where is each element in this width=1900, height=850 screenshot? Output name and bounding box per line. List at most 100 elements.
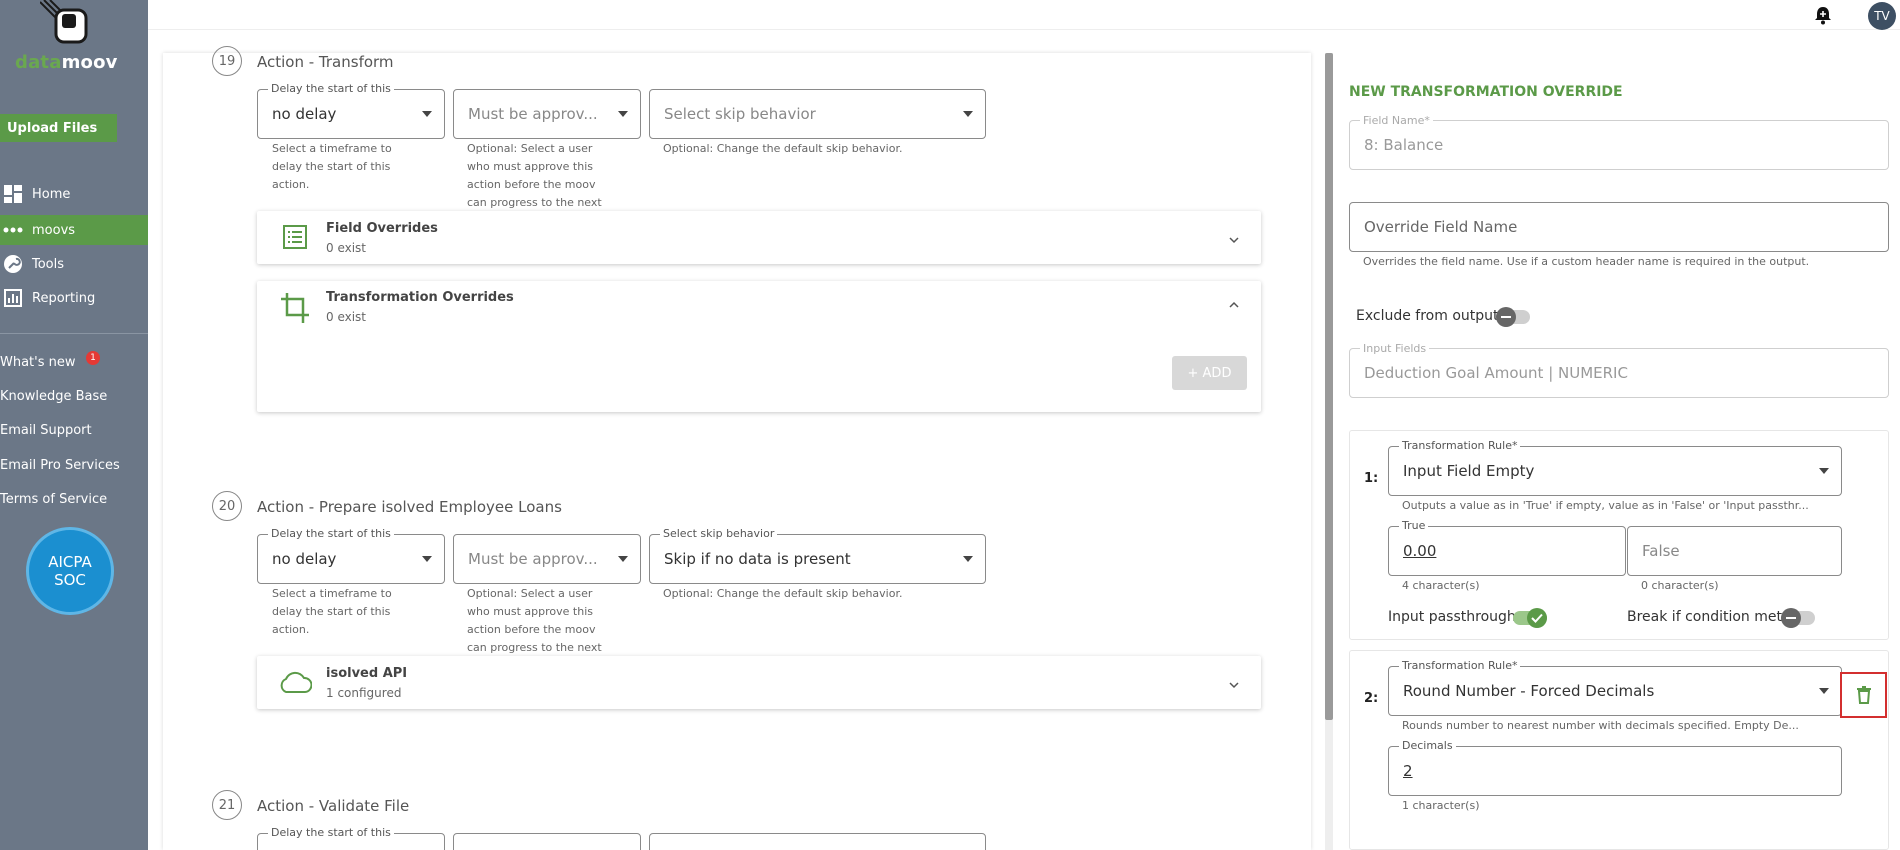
true-value-input[interactable]: 0.00 bbox=[1388, 526, 1626, 576]
field-overrides-card[interactable] bbox=[257, 211, 1261, 264]
sidebar-item-label: moovs bbox=[32, 222, 76, 238]
dropdown-caret-icon bbox=[618, 111, 628, 117]
approver-help: Optional: Select a user who must approve… bbox=[467, 587, 602, 654]
delay-label: Delay the start of this bbox=[268, 826, 394, 839]
dropdown-caret-icon bbox=[618, 556, 628, 562]
decimals-value: 2 bbox=[1403, 762, 1413, 780]
field-name-value: 8: Balance bbox=[1364, 136, 1444, 154]
isolved-api-count: 1 configured bbox=[326, 686, 402, 700]
knowledge-base-link[interactable]: Knowledge Base bbox=[0, 389, 107, 404]
transformation-rule-select-1[interactable]: Input Field Empty bbox=[1388, 446, 1842, 496]
email-pro-services-link[interactable]: Email Pro Services bbox=[0, 458, 120, 473]
field-overrides-count: 0 exist bbox=[326, 241, 367, 255]
skip-value: Skip if no data is present bbox=[664, 550, 851, 568]
skip-behavior-select-20[interactable]: Skip if no data is present bbox=[649, 534, 986, 584]
delay-label: Delay the start of this bbox=[268, 82, 394, 95]
chevron-down-icon[interactable] bbox=[1229, 680, 1239, 690]
wrench-icon bbox=[3, 255, 23, 273]
dropdown-caret-icon bbox=[1819, 688, 1829, 694]
approver-select-20[interactable]: Must be approv... bbox=[453, 534, 641, 584]
false-placeholder: False bbox=[1642, 542, 1680, 560]
field-name-input: 8: Balance bbox=[1349, 120, 1889, 170]
approver-help: Optional: Select a user who must approve… bbox=[467, 142, 602, 209]
approver-select-19[interactable]: Must be approv... bbox=[453, 89, 641, 139]
email-support-link[interactable]: Email Support bbox=[0, 423, 92, 438]
whats-new-badge: 1 bbox=[86, 351, 100, 365]
notification-bell-icon[interactable] bbox=[1813, 5, 1833, 25]
dropdown-caret-icon bbox=[422, 556, 432, 562]
delay-help: Select a timeframe to delay the start of… bbox=[272, 142, 392, 191]
skip-help: Optional: Change the default skip behavi… bbox=[663, 142, 903, 155]
panel-scrollbar-thumb[interactable] bbox=[1325, 53, 1333, 720]
sidebar-item-home[interactable]: Home bbox=[0, 179, 148, 209]
sidebar-item-label: Reporting bbox=[32, 290, 96, 306]
approver-select-21[interactable] bbox=[453, 833, 641, 850]
dropdown-caret-icon bbox=[1819, 468, 1829, 474]
soc-text: SOC bbox=[54, 571, 86, 589]
terms-of-service-link[interactable]: Terms of Service bbox=[0, 492, 107, 507]
input-passthrough-toggle[interactable] bbox=[1513, 608, 1547, 628]
delay-value: no delay bbox=[272, 550, 337, 568]
skip-behavior-select-21[interactable] bbox=[649, 833, 986, 850]
step-number-20: 20 bbox=[212, 491, 242, 521]
aicpa-soc-badge: AICPA SOC bbox=[26, 527, 114, 615]
false-char-count: 0 character(s) bbox=[1641, 579, 1719, 592]
rule-value: Input Field Empty bbox=[1403, 462, 1535, 480]
sidebar-item-label: Tools bbox=[32, 256, 65, 272]
transformation-rule-select-2[interactable]: Round Number - Forced Decimals bbox=[1388, 666, 1842, 716]
crop-icon bbox=[281, 293, 309, 323]
input-passthrough-label: Input passthrough bbox=[1388, 609, 1516, 625]
field-overrides-title: Field Overrides bbox=[326, 221, 438, 236]
false-value-input[interactable]: False bbox=[1627, 526, 1842, 576]
toggle-off-knob-icon bbox=[1781, 608, 1801, 628]
delay-select-20[interactable]: no delay bbox=[257, 534, 445, 584]
decimals-label: Decimals bbox=[1399, 739, 1456, 752]
skip-help: Optional: Change the default skip behavi… bbox=[663, 587, 903, 600]
true-value: 0.00 bbox=[1403, 542, 1437, 560]
isolved-api-card[interactable] bbox=[257, 656, 1261, 709]
aicpa-text: AICPA bbox=[48, 553, 92, 571]
upload-files-button[interactable]: Upload Files bbox=[0, 114, 117, 142]
cloud-icon bbox=[280, 671, 312, 693]
chevron-up-icon[interactable] bbox=[1229, 300, 1239, 310]
toggle-off-knob-icon bbox=[1496, 307, 1516, 327]
field-name-label: Field Name* bbox=[1360, 114, 1433, 127]
whats-new-link[interactable]: What's new bbox=[0, 355, 76, 370]
list-icon bbox=[283, 225, 307, 249]
override-field-name-help: Overrides the field name. Use if a custo… bbox=[1363, 255, 1810, 268]
true-label: True bbox=[1399, 519, 1429, 532]
decimals-input[interactable]: 2 bbox=[1388, 746, 1842, 796]
decimals-char-count: 1 character(s) bbox=[1402, 799, 1480, 812]
override-field-name-input[interactable]: Override Field Name bbox=[1349, 202, 1889, 252]
transformation-overrides-count: 0 exist bbox=[326, 310, 367, 324]
sidebar-item-moovs[interactable]: moovs bbox=[0, 215, 148, 245]
delete-rule-button[interactable] bbox=[1840, 672, 1887, 718]
check-icon bbox=[1527, 608, 1547, 628]
step-number-19: 19 bbox=[212, 46, 242, 76]
skip-placeholder: Select skip behavior bbox=[664, 105, 816, 123]
chevron-down-icon[interactable] bbox=[1229, 235, 1239, 245]
approver-placeholder: Must be approv... bbox=[468, 550, 598, 568]
dropdown-caret-icon bbox=[963, 111, 973, 117]
input-fields-value: Deduction Goal Amount | NUMERIC bbox=[1364, 364, 1628, 382]
rule-label: Transformation Rule* bbox=[1399, 439, 1521, 452]
approver-placeholder: Must be approv... bbox=[468, 105, 598, 123]
delay-select-19[interactable]: no delay bbox=[257, 89, 445, 139]
rule-value: Round Number - Forced Decimals bbox=[1403, 682, 1655, 700]
true-char-count: 4 character(s) bbox=[1402, 579, 1480, 592]
delay-value: no delay bbox=[272, 105, 337, 123]
skip-behavior-select-19[interactable]: Select skip behavior bbox=[649, 89, 986, 139]
sidebar-item-reporting[interactable]: Reporting bbox=[0, 283, 148, 313]
input-fields-select: Deduction Goal Amount | NUMERIC bbox=[1349, 348, 1889, 398]
rule-label: Transformation Rule* bbox=[1399, 659, 1521, 672]
add-transformation-override-button[interactable]: + ADD bbox=[1172, 356, 1247, 390]
sidebar-item-tools[interactable]: Tools bbox=[0, 249, 148, 279]
input-fields-label: Input Fields bbox=[1360, 342, 1430, 355]
dots-icon bbox=[3, 221, 23, 239]
exclude-from-output-toggle[interactable] bbox=[1496, 307, 1530, 327]
step-number-21: 21 bbox=[212, 790, 242, 820]
user-avatar[interactable]: TV bbox=[1868, 2, 1896, 30]
delay-help: Select a timeframe to delay the start of… bbox=[272, 587, 392, 636]
isolved-api-title: isolved API bbox=[326, 666, 408, 681]
break-if-condition-toggle[interactable] bbox=[1781, 608, 1815, 628]
